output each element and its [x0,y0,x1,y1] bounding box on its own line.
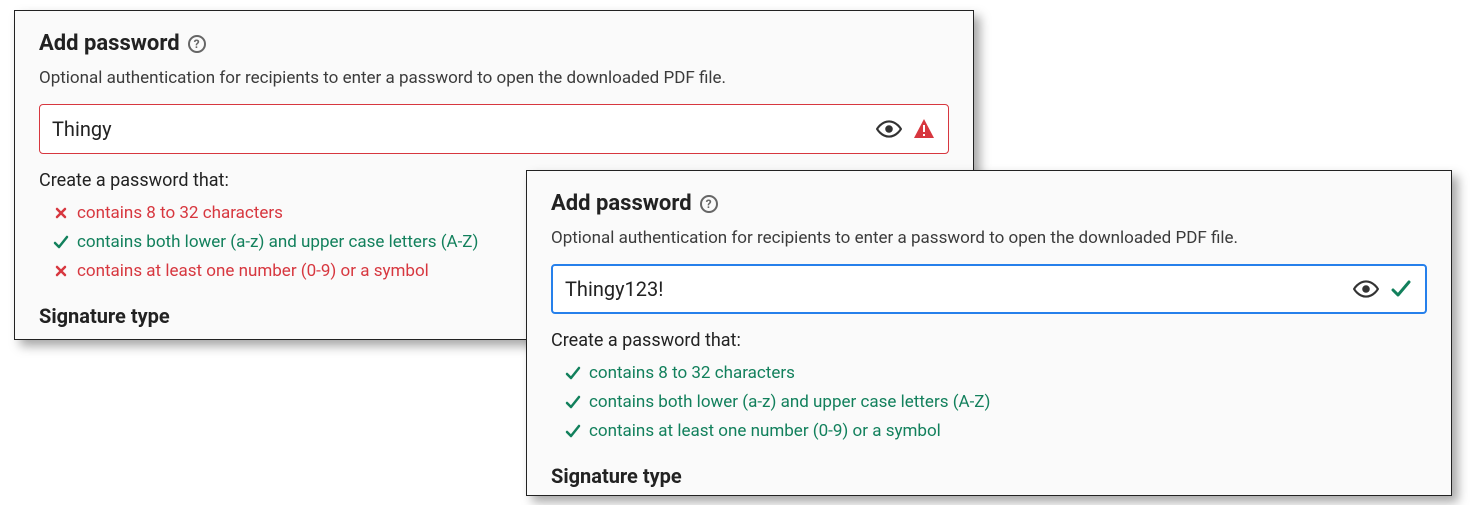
panel-description: Optional authentication for recipients t… [551,228,1427,248]
panel-description: Optional authentication for recipients t… [39,68,949,88]
password-input-wrap [551,264,1427,314]
check-icon [565,365,581,381]
x-icon [53,263,69,279]
eye-icon[interactable] [1353,276,1379,302]
title-row: Add password ? [39,31,949,56]
title-row: Add password ? [551,191,1427,216]
password-input[interactable] [565,277,1345,301]
criteria-list: contains 8 to 32 characters contains bot… [551,359,1427,446]
criteria-item: contains at least one number (0-9) or a … [565,417,1427,446]
criteria-label: contains 8 to 32 characters [77,199,283,228]
check-icon [53,234,69,250]
criteria-item: contains 8 to 32 characters [565,359,1427,388]
help-icon[interactable]: ? [188,35,206,53]
check-icon [565,394,581,410]
criteria-label: contains 8 to 32 characters [589,359,795,388]
criteria-item: contains both lower (a-z) and upper case… [565,388,1427,417]
criteria-title: Create a password that: [551,330,1427,351]
signature-type-heading: Signature type [551,464,1427,488]
check-icon [1389,277,1413,301]
alert-icon [912,117,936,141]
criteria-label: contains at least one number (0-9) or a … [589,417,941,446]
panel-title: Add password [551,191,692,216]
password-panel-valid: Add password ? Optional authentication f… [526,170,1452,496]
help-icon[interactable]: ? [700,195,718,213]
criteria-label: contains both lower (a-z) and upper case… [589,388,990,417]
check-icon [565,423,581,439]
criteria-label: contains both lower (a-z) and upper case… [77,228,478,257]
eye-icon[interactable] [876,116,902,142]
criteria-label: contains at least one number (0-9) or a … [77,257,429,286]
password-input-wrap [39,104,949,154]
x-icon [53,205,69,221]
panel-title: Add password [39,31,180,56]
password-input[interactable] [52,117,868,141]
